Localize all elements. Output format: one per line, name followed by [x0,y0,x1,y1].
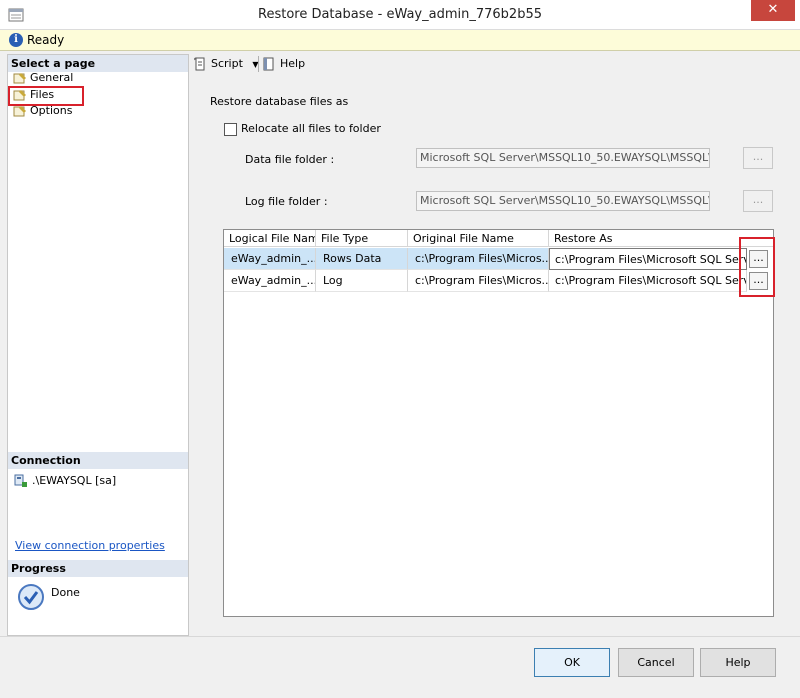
help-book-icon [263,57,274,71]
data-folder-browse-button[interactable]: ... [743,147,773,169]
bottom-separator [0,636,800,637]
page-item-general[interactable]: General [11,70,73,86]
connection-label: .\EWAYSQL [sa] [32,474,117,487]
grid-header: Logical File Name File Type Original Fil… [224,230,773,247]
title-bar: Restore Database - eWay_admin_776b2b55 ✕ [0,0,800,30]
section-label: Restore database files as [210,95,349,108]
relocate-checkbox[interactable] [224,123,237,136]
help-button[interactable]: Help [700,648,776,677]
connection-item: .\EWAYSQL [sa] [14,473,116,489]
main-content: Restore database files as Relocate all f… [190,74,793,636]
help-toolbar-button[interactable]: Help [262,56,305,72]
left-panel: Select a page General Files Options Conn… [7,54,189,636]
status-bar: i Ready [0,30,800,51]
help-label: Help [280,57,306,70]
info-icon: i [9,33,23,47]
ok-button[interactable]: OK [534,648,610,677]
files-highlight-box [8,86,84,106]
toolbar: Script ▼ Help [190,54,793,74]
data-folder-field[interactable]: Microsoft SQL Server\MSSQL10_50.EWAYSQL\… [416,148,710,168]
data-folder-label: Data file folder : [245,153,335,166]
column-header-original[interactable]: Original File Name [408,230,549,247]
cell-restore-as[interactable]: c:\Program Files\Microsoft SQL Serv... [549,248,747,270]
done-check-icon [18,584,44,610]
script-button[interactable]: Script ▼ [193,56,259,72]
view-connection-properties-link[interactable]: View connection properties [15,539,165,552]
cell-original: c:\Program Files\Micros... [408,270,549,292]
cell-original: c:\Program Files\Micros... [408,248,549,270]
log-folder-browse-button[interactable]: ... [743,190,773,212]
progress-header: Progress [8,560,188,577]
close-icon: ✕ [767,2,779,17]
relocate-label: Relocate all files to folder [241,122,381,135]
log-folder-field[interactable]: Microsoft SQL Server\MSSQL10_50.EWAYSQL\… [416,191,710,211]
progress-status: Done [51,586,80,599]
cell-restore-as[interactable]: c:\Program Files\Microsoft SQL Serv... [549,270,747,292]
cell-type: Rows Data [316,248,408,270]
page-wrench-icon [13,73,26,84]
script-label: Script [211,57,243,70]
table-row[interactable]: eWay_admin_... Log c:\Program Files\Micr… [224,270,773,292]
cancel-button[interactable]: Cancel [618,648,694,677]
files-grid: Logical File Name File Type Original Fil… [223,229,774,617]
cell-logical: eWay_admin_... [224,270,316,292]
server-connection-icon [14,474,27,487]
column-header-type[interactable]: File Type [316,230,408,247]
script-icon [194,57,205,71]
column-header-logical[interactable]: Logical File Name [224,230,316,247]
connection-header: Connection [8,452,188,469]
status-text: Ready [27,33,65,47]
close-button[interactable]: ✕ [751,0,795,21]
window-title: Restore Database - eWay_admin_776b2b55 [258,7,542,22]
page-wrench-icon [13,106,26,117]
cell-logical: eWay_admin_... [224,248,316,270]
browse-buttons-highlight-box [739,237,775,297]
cell-type: Log [316,270,408,292]
log-folder-label: Log file folder : [245,195,328,208]
toolbar-separator [258,56,259,72]
table-row[interactable]: eWay_admin_... Rows Data c:\Program File… [224,248,773,270]
page-item-label: General [30,71,74,84]
